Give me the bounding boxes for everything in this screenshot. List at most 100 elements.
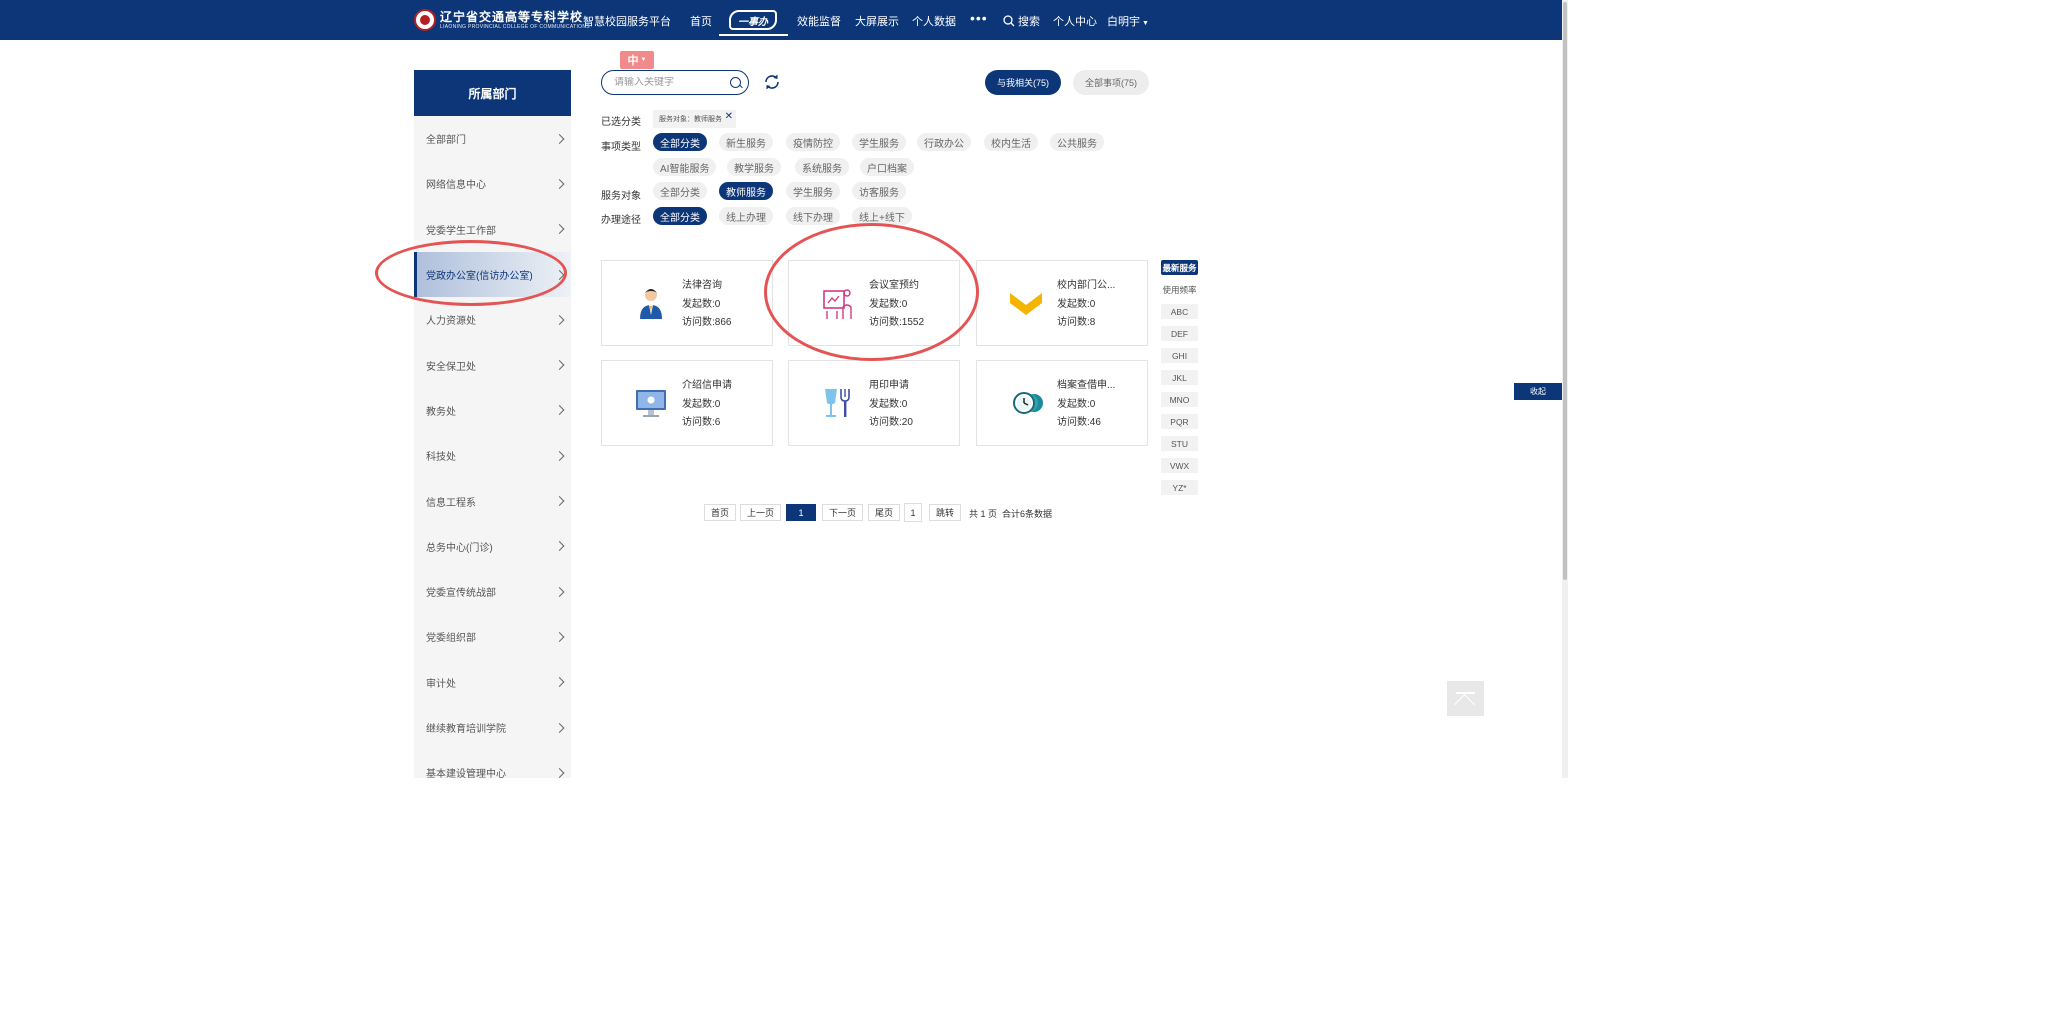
letter-index-button[interactable]: YZ* [1161,480,1198,495]
sidebar-item[interactable]: 继续教育培训学院 [414,705,571,750]
selected-filter-text: 服务对象：教师服务 [659,116,722,123]
letter-index-button[interactable]: GHI [1161,348,1198,363]
service-card[interactable]: 校内部门公... 发起数:0 访问数:8 [976,260,1148,346]
filter-chip[interactable]: 行政办公 [917,133,971,151]
nav-yishiban[interactable]: 一事办 [719,6,788,36]
filter-chip[interactable]: 疫情防控 [786,133,840,151]
chevron-badge-icon [1009,285,1043,321]
page-1-button[interactable]: 1 [786,504,816,521]
sidebar-item-label: 信息工程系 [426,497,476,509]
sidebar-item[interactable]: 党政办公室(信访办公室) [414,251,571,298]
caret-down-icon: ▼ [1142,20,1149,27]
all-items-button[interactable]: 全部事项(75) [1073,70,1149,95]
chevron-right-icon [554,450,565,461]
collapse-button[interactable]: 收起 [1514,383,1562,400]
filter-chip[interactable]: 新生服务 [719,133,773,151]
letter-index-button[interactable]: STU [1161,436,1198,451]
filter-chip[interactable]: 线上+线下 [852,207,912,225]
letter-index-button[interactable]: JKL [1161,370,1198,385]
filter-chip[interactable]: 学生服务 [852,133,906,151]
sidebar-item[interactable]: 人力资源处 [414,297,571,342]
sidebar-item[interactable]: 教务处 [414,388,571,433]
first-page-button[interactable]: 首页 [704,504,737,521]
search-icon[interactable] [730,77,741,88]
service-card[interactable]: 档案查借申... 发起数:0 访问数:46 [976,360,1148,446]
chevron-right-icon [554,178,565,189]
department-sidebar: 所属部门 全部部门 网络信息中心 党委学生工作部 党政办公室(信访办公室) 人力资源处安… [414,70,571,778]
related-to-me-button[interactable]: 与我相关(75) [985,70,1061,95]
nav-bigscreen[interactable]: 大屏展示 [855,13,899,29]
nav-home[interactable]: 首页 [690,13,712,29]
filter-chip[interactable]: 教师服务 [719,182,773,200]
filter-chip[interactable]: 公共服务 [1050,133,1104,151]
sidebar-item[interactable]: 全部部门 [414,116,571,161]
last-page-button[interactable]: 尾页 [868,504,901,521]
service-card[interactable]: 会议室预约 发起数:0 访问数:1552 [788,260,960,346]
chevron-right-icon [554,767,565,778]
sort-frequency-button[interactable]: 使用频率 [1161,282,1198,297]
sidebar-item-label: 党政办公室(信访办公室) [426,271,533,283]
more-icon[interactable]: ••• [970,10,988,26]
nav-search-label: 搜索 [1018,16,1040,28]
chevron-right-icon [554,224,565,235]
card-title: 会议室预约 [869,280,919,291]
card-title: 介绍信申请 [682,380,732,391]
sidebar-item-label: 党委宣传统战部 [426,588,496,600]
filter-chip[interactable]: 系统服务 [795,158,849,176]
filter-chip[interactable]: 全部分类 [653,182,707,200]
filter-chip[interactable]: 教学服务 [727,158,781,176]
letter-index-button[interactable]: ABC [1161,304,1198,319]
user-menu[interactable]: 白明宇 ▼ [1107,13,1149,29]
card-initiated: 发起数:0 [869,398,908,410]
filter-chip[interactable]: 户口档案 [860,158,914,176]
card-visits: 访问数:8 [1057,317,1096,328]
filter-chip[interactable]: AI智能服务 [653,158,717,176]
letter-index-button[interactable]: MNO [1161,392,1198,407]
filter-chip[interactable]: 线下办理 [786,207,840,225]
sidebar-item[interactable]: 安全保卫处 [414,342,571,387]
cup-fork-icon [821,385,855,421]
nav-efficiency[interactable]: 效能监督 [797,13,841,29]
filter-chip[interactable]: 全部分类 [653,133,707,151]
service-card[interactable]: 用印申请 发起数:0 访问数:20 [788,360,960,446]
sidebar-item[interactable]: 基本建设管理中心 [414,750,571,778]
prev-page-button[interactable]: 上一页 [740,504,782,521]
sort-latest-button[interactable]: 最新服务 [1161,260,1198,275]
keyword-search-input[interactable] [614,77,724,88]
next-page-button[interactable]: 下一页 [822,504,864,521]
filter-chip[interactable]: 校内生活 [984,133,1038,151]
sidebar-item[interactable]: 总务中心(门诊) [414,524,571,569]
sidebar-item[interactable]: 信息工程系 [414,478,571,523]
sidebar-item[interactable]: 科技处 [414,433,571,478]
channel-filter-label: 办理途径 [601,215,641,226]
jump-button[interactable]: 跳转 [929,504,962,521]
sidebar-item-label: 教务处 [426,406,456,418]
filter-chip[interactable]: 全部分类 [653,207,707,225]
service-card[interactable]: 法律咨询 发起数:0 访问数:866 [601,260,773,346]
letter-index-button[interactable]: DEF [1161,326,1198,341]
nav-personal-data[interactable]: 个人数据 [912,13,956,29]
search-icon [1003,15,1015,27]
filter-chip[interactable]: 访客服务 [852,182,906,200]
back-to-top-button[interactable] [1447,681,1484,716]
filter-chip[interactable]: 线上办理 [719,207,773,225]
page-scrollbar[interactable] [1562,0,1568,778]
letter-index-button[interactable]: VWX [1161,458,1198,473]
sidebar-item[interactable]: 党委宣传统战部 [414,569,571,614]
filter-chip[interactable]: 学生服务 [786,182,840,200]
service-card[interactable]: 介绍信申请 发起数:0 访问数:6 [601,360,773,446]
nav-personal-center[interactable]: 个人中心 [1053,13,1097,29]
letter-index-button[interactable]: PQR [1161,414,1198,429]
nav-search[interactable]: 搜索 [1003,13,1040,29]
college-logo[interactable]: 辽宁省交通高等专科学校 LIAONING PROVINCIAL COLLEGE … [414,8,590,32]
sidebar-item[interactable]: 党委组织部 [414,614,571,659]
jump-page-input[interactable]: 1 [904,503,922,522]
remove-filter-icon[interactable]: ✕ [725,111,733,122]
sidebar-item[interactable]: 网络信息中心 [414,161,571,206]
refresh-icon[interactable] [763,73,781,91]
language-label: 中 [627,55,639,67]
sidebar-item[interactable]: 审计处 [414,660,571,705]
search-box [601,70,749,95]
language-toggle[interactable]: 中 ▼ [620,51,654,69]
sidebar-item[interactable]: 党委学生工作部 [414,207,571,252]
